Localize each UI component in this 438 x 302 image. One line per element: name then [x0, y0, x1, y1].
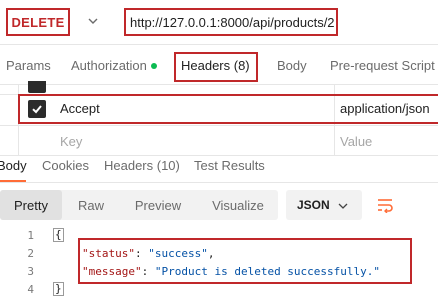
response-tab-body-label: Body — [0, 158, 27, 173]
http-method-select[interactable]: DELETE — [6, 8, 70, 36]
url-text: http://127.0.0.1:8000/api/products/2 — [130, 14, 335, 30]
view-pretty-button[interactable]: Pretty — [0, 190, 62, 220]
json-line-status: "status": "success", — [82, 247, 214, 260]
divider — [0, 125, 438, 126]
json-key: "status" — [82, 247, 135, 260]
new-header-value-input[interactable]: Value — [340, 134, 372, 149]
response-tab-headers[interactable]: Headers (10) — [104, 158, 180, 173]
response-tab-test-results-label: Test Results — [194, 158, 265, 173]
json-close-brace: } — [53, 282, 64, 296]
header-enabled-checkbox[interactable] — [28, 100, 46, 118]
line-number: 2 — [27, 247, 34, 260]
json-line-message: "message": "Product is deleted successfu… — [82, 265, 380, 278]
json-value: "Product is deleted successfully." — [154, 265, 381, 278]
response-tab-cookies-label: Cookies — [42, 158, 89, 173]
view-preview-label: Preview — [134, 197, 182, 213]
view-visualize-button[interactable]: Visualize — [200, 190, 276, 220]
json-comma: , — [207, 247, 215, 260]
json-separator: : — [134, 247, 149, 260]
view-pretty-label: Pretty — [14, 197, 48, 213]
json-separator: : — [141, 265, 155, 278]
line-number: 1 — [27, 229, 34, 242]
divider — [0, 182, 438, 183]
checkbox-icon[interactable] — [28, 81, 46, 93]
response-tab-body[interactable]: Body — [0, 158, 27, 173]
chevron-down-icon — [338, 203, 348, 209]
url-input[interactable]: http://127.0.0.1:8000/api/products/2 — [124, 8, 338, 36]
tab-body[interactable]: Body — [277, 58, 307, 73]
view-visualize-label: Visualize — [212, 197, 264, 213]
table-row-partial — [0, 81, 438, 94]
header-key-cell[interactable]: Accept — [60, 101, 100, 116]
json-open-brace: { — [53, 228, 64, 242]
http-method-label: DELETE — [11, 14, 65, 30]
chevron-down-icon[interactable] — [88, 16, 98, 26]
json-key: "message" — [82, 265, 142, 278]
tab-params-label: Params — [6, 58, 51, 73]
tab-pre-request-script[interactable]: Pre-request Script — [330, 58, 435, 73]
view-preview-button[interactable]: Preview — [124, 190, 192, 220]
wrap-lines-icon — [378, 199, 393, 213]
json-value: "success" — [148, 247, 208, 260]
new-header-key-input[interactable]: Key — [60, 134, 82, 149]
line-number: 3 — [27, 265, 34, 278]
tab-authorization-label: Authorization — [71, 58, 147, 73]
tab-body-label: Body — [277, 58, 307, 73]
status-dot-icon — [150, 62, 157, 69]
response-tab-cookies[interactable]: Cookies — [42, 158, 89, 173]
line-number: 4 — [27, 283, 34, 296]
wrap-lines-button[interactable] — [370, 190, 400, 220]
response-tab-test-results[interactable]: Test Results — [194, 158, 265, 173]
tab-params[interactable]: Params — [6, 58, 51, 73]
checkmark-icon — [32, 105, 42, 114]
response-tab-headers-label: Headers (10) — [104, 158, 180, 173]
view-raw-label: Raw — [77, 197, 104, 213]
tab-headers[interactable]: Headers (8) — [181, 58, 250, 73]
format-select[interactable]: JSON — [286, 190, 362, 220]
tab-authorization[interactable]: Authorization — [71, 58, 157, 73]
view-raw-button[interactable]: Raw — [62, 190, 120, 220]
header-value-cell[interactable]: application/json — [340, 101, 430, 116]
format-select-label: JSON — [297, 198, 330, 212]
tab-pre-request-script-label: Pre-request Script — [330, 58, 435, 73]
tab-headers-label: Headers (8) — [181, 58, 250, 73]
divider — [0, 44, 438, 45]
divider — [0, 155, 438, 156]
